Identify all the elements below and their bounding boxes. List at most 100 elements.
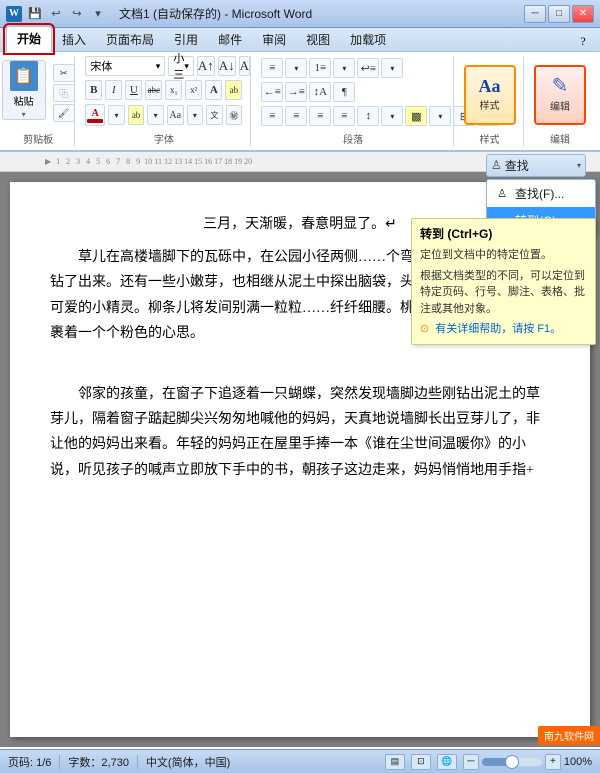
decrease-indent-button[interactable]: ←≡ — [261, 82, 283, 102]
print-layout-view-btn[interactable]: ▤ — [385, 754, 405, 770]
status-divider-1 — [59, 755, 60, 769]
zoom-in-button[interactable]: + — [545, 754, 561, 770]
find-replace-toolbar[interactable]: ♙ 查找 ▾ — [486, 154, 586, 177]
editing-icon: ✎ — [552, 76, 569, 96]
font-name-dropdown[interactable]: 宋体 ▾ — [85, 56, 165, 76]
tooltip-desc1: 定位到文档中的特定位置。 — [420, 247, 587, 264]
close-button[interactable]: ✕ — [572, 5, 594, 23]
pinyin-button[interactable]: 文 — [206, 105, 223, 125]
ribbon-tabs: 开始 插入 页面布局 引用 邮件 审阅 视图 加载项 ? — [0, 28, 600, 52]
font-color-button[interactable]: A — [85, 104, 105, 126]
web-view-btn[interactable]: 🌐 — [437, 754, 457, 770]
numbering-button[interactable]: 1≡ — [309, 58, 331, 78]
font-color-dropdown[interactable]: ▾ — [108, 105, 125, 125]
shrink-font-button[interactable]: A↓ — [218, 56, 236, 76]
enclosure-button[interactable]: ㊙ — [226, 105, 243, 125]
italic-button[interactable]: I — [105, 80, 122, 100]
tab-review[interactable]: 审阅 — [252, 28, 296, 51]
ribbon: 📋 粘贴 ▾ ✂ ⿻ 🖌 剪贴板 宋体 ▾ 小三 ▾ — [0, 52, 600, 152]
editing-group-label: 编辑 — [550, 131, 570, 146]
copy-button[interactable]: ⿻ — [53, 84, 75, 102]
paragraph-label: 段落 — [343, 131, 363, 146]
font-highlight-button[interactable]: ab — [225, 80, 242, 100]
status-divider-2 — [137, 755, 138, 769]
word-count-status: 字数：2,730 — [68, 754, 129, 770]
strikethrough-button[interactable]: abc — [145, 80, 162, 100]
tab-addins[interactable]: 加载项 — [340, 28, 396, 51]
find-icon: ♙ — [491, 158, 502, 173]
numbering-dropdown[interactable]: ▾ — [333, 58, 355, 78]
restore-button[interactable]: □ — [548, 5, 570, 23]
status-bar: 页码: 1/6 字数：2,730 中文(简体，中国) ▤ ⊡ 🌐 ─ + 100… — [0, 749, 600, 773]
cut-button[interactable]: ✂ — [53, 64, 75, 82]
multilevel-dropdown[interactable]: ▾ — [381, 58, 403, 78]
font-name-arrow: ▾ — [156, 61, 161, 72]
increase-indent-button[interactable]: →≡ — [285, 82, 307, 102]
show-marks-button[interactable]: ¶ — [333, 82, 355, 102]
multilevel-button[interactable]: ↩≡ — [357, 58, 379, 78]
save-quick-btn[interactable]: 💾 — [26, 5, 44, 23]
tab-insert[interactable]: 插入 — [52, 28, 96, 51]
sort-button[interactable]: ↕A — [309, 82, 331, 102]
language-status: 中文(简体，中国) — [146, 754, 230, 770]
ruler-marks: ▶ 1 2 3 4 5 6 7 8 9 10 11 12 13 14 15 16… — [45, 157, 253, 166]
clipboard-group: 📋 粘贴 ▾ ✂ ⿻ 🖌 剪贴板 — [6, 56, 75, 146]
subscript-button[interactable]: x₁ — [165, 80, 182, 100]
font-color-indicator — [87, 119, 103, 123]
window-title: 文档1 (自动保存的) - Microsoft Word — [119, 5, 312, 22]
tab-view[interactable]: 视图 — [296, 28, 340, 51]
paste-dropdown[interactable]: ▾ — [22, 110, 26, 119]
minimize-button[interactable]: ─ — [524, 5, 546, 23]
zoom-slider[interactable] — [482, 758, 542, 766]
line-spacing-button[interactable]: ↕ — [357, 106, 379, 126]
paste-label: 粘贴 — [14, 93, 34, 108]
editing-button[interactable]: ✎ 编辑 — [534, 65, 586, 125]
format-painter-button[interactable]: 🖌 — [53, 104, 75, 122]
customize-quick-btn[interactable]: ▾ — [89, 5, 107, 23]
styles-group-label: 样式 — [480, 131, 500, 146]
font-effects-button[interactable]: A — [205, 80, 222, 100]
tooltip-desc2: 根据文档类型的不同，可以定位到特定页码、行号、脚注、表格、批注或其他对象。 — [420, 268, 587, 318]
watermark: 南九软件网 — [538, 726, 600, 745]
find-menu-item[interactable]: ♙ 查找(F)... — [487, 180, 595, 207]
paste-button[interactable]: 📋 粘贴 ▾ — [2, 60, 46, 120]
underline-button[interactable]: U — [125, 80, 142, 100]
help-button[interactable]: ? — [572, 31, 594, 51]
aa-dropdown[interactable]: ▾ — [187, 105, 204, 125]
font-size-dropdown[interactable]: 小三 ▾ — [168, 56, 194, 76]
bullets-button[interactable]: ≡ — [261, 58, 283, 78]
word-icon: W — [6, 6, 22, 22]
bullets-dropdown[interactable]: ▾ — [285, 58, 307, 78]
align-center-button[interactable]: ≡ — [285, 106, 307, 126]
clear-format-button[interactable]: A — [239, 56, 250, 76]
tab-page-layout[interactable]: 页面布局 — [96, 28, 164, 51]
line-spacing-dropdown[interactable]: ▾ — [381, 106, 403, 126]
redo-quick-btn[interactable]: ↪ — [68, 5, 86, 23]
editing-label: 编辑 — [550, 98, 570, 113]
font-dialog-button[interactable]: Aa — [167, 105, 184, 125]
superscript-button[interactable]: x² — [185, 80, 202, 100]
zoom-level: 100% — [564, 756, 592, 768]
justify-button[interactable]: ≡ — [333, 106, 355, 126]
bold-button[interactable]: B — [85, 80, 102, 100]
tab-mailings[interactable]: 邮件 — [208, 28, 252, 51]
full-screen-view-btn[interactable]: ⊡ — [411, 754, 431, 770]
grow-font-button[interactable]: A↑ — [197, 56, 215, 76]
find-dropdown-arrow[interactable]: ▾ — [577, 161, 581, 170]
title-bar: W 💾 ↩ ↪ ▾ 文档1 (自动保存的) - Microsoft Word ─… — [0, 0, 600, 28]
paragraph-3: 邻家的孩童，在窗子下追逐着一只蝴蝶，突然发现墙脚边些刚钻出泥土的草芽儿，隔着窗子… — [50, 382, 550, 483]
align-right-button[interactable]: ≡ — [309, 106, 331, 126]
char-shading-button[interactable]: ab — [128, 105, 145, 125]
zoom-out-button[interactable]: ─ — [463, 754, 479, 770]
align-left-button[interactable]: ≡ — [261, 106, 283, 126]
char-shading-dropdown[interactable]: ▾ — [147, 105, 164, 125]
styles-label: 样式 — [480, 97, 500, 112]
undo-quick-btn[interactable]: ↩ — [47, 5, 65, 23]
font-size-arrow: ▾ — [184, 61, 189, 72]
shading-button[interactable]: ▩ — [405, 106, 427, 126]
tooltip-help: ⊙ 有关详细帮助，请按 F1。 — [420, 321, 587, 338]
shading-dropdown[interactable]: ▾ — [429, 106, 451, 126]
styles-button[interactable]: Aa 样式 — [464, 65, 516, 125]
tab-references[interactable]: 引用 — [164, 28, 208, 51]
tab-home[interactable]: 开始 — [6, 26, 52, 52]
